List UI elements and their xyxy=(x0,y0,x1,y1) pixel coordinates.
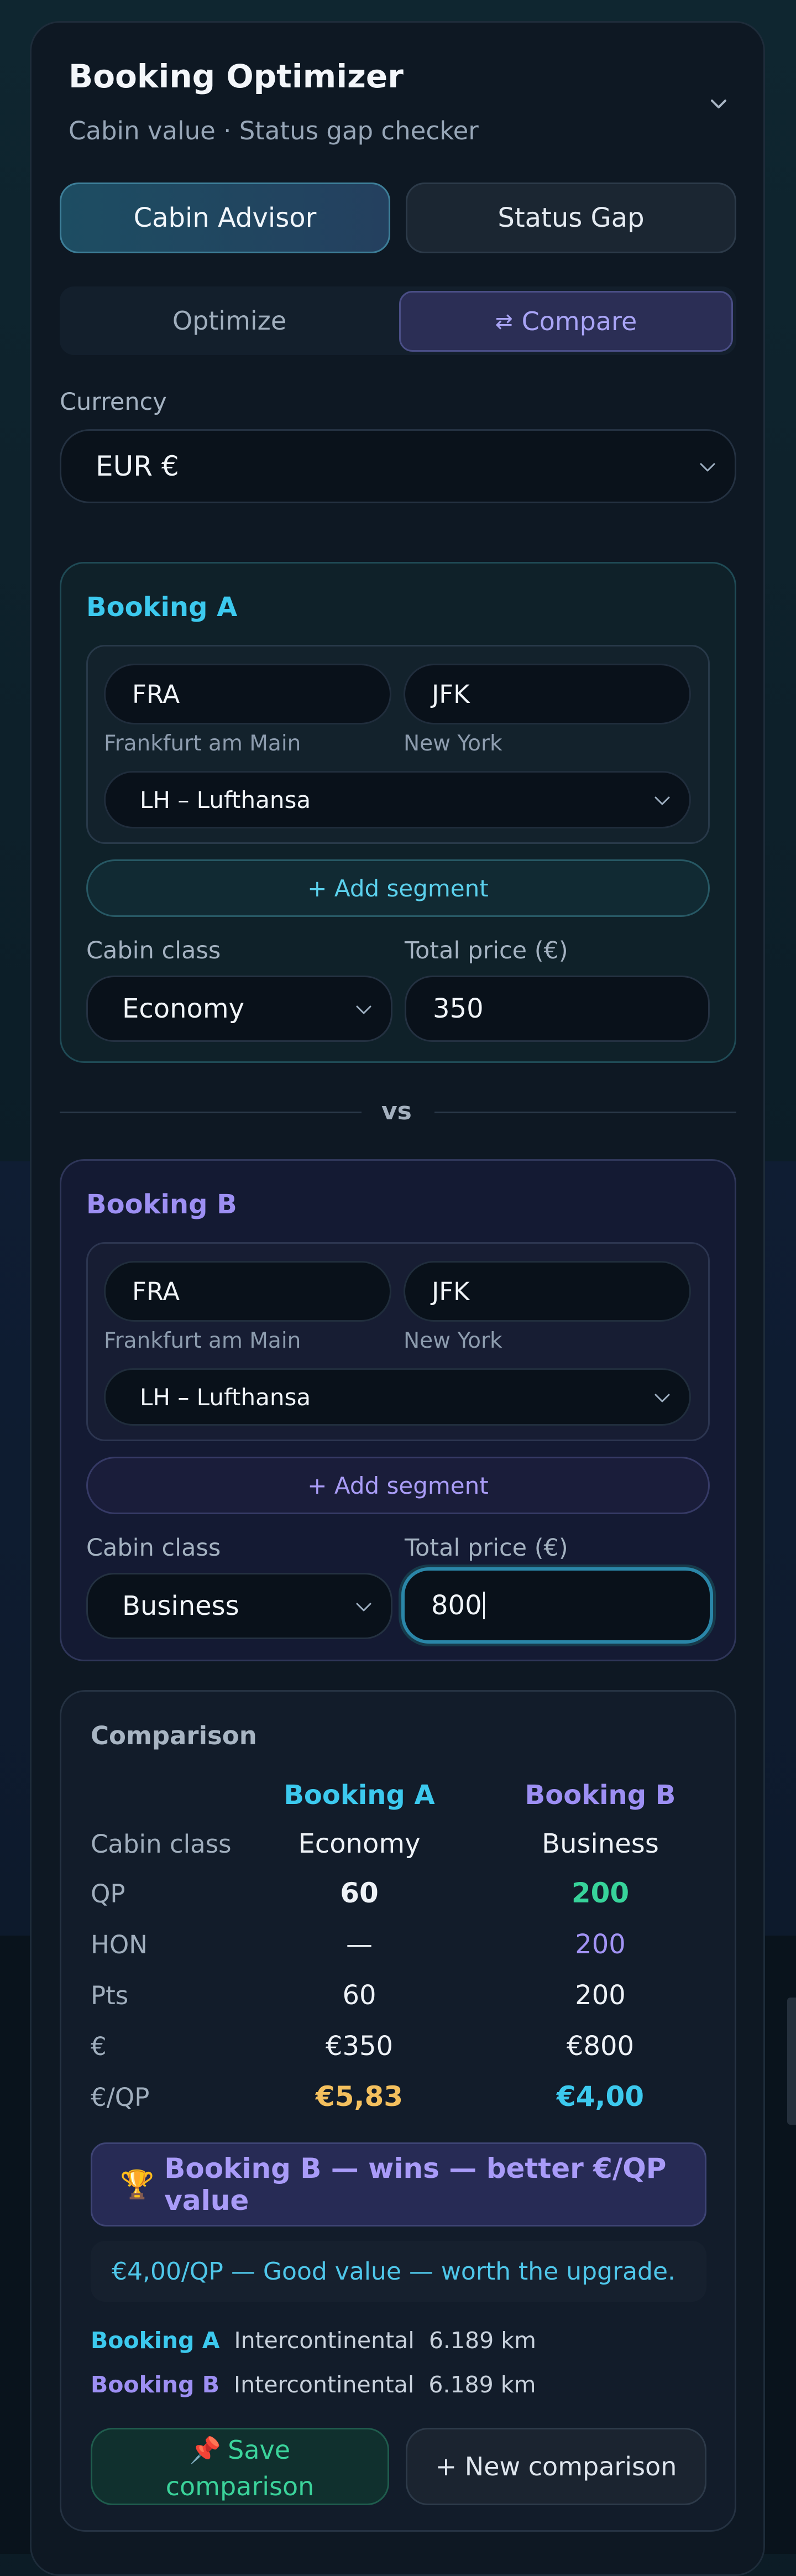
booking-a-title: Booking A xyxy=(86,592,238,623)
booking-a-airline-value: LH – Lufthansa xyxy=(140,786,311,814)
route-b-region: Intercontinental xyxy=(234,2371,415,2398)
route-a-tag: Booking A xyxy=(91,2327,220,2354)
row-label-qp: QP xyxy=(91,1879,125,1908)
value-note: €4,00/QP — Good value — worth the upgrad… xyxy=(91,2241,706,2302)
winner-banner: 🏆 Booking B — wins — better €/QP value xyxy=(91,2142,706,2226)
chevron-down-icon xyxy=(356,1603,371,1612)
chevron-down-icon xyxy=(700,463,715,472)
cell-b-price: €800 xyxy=(566,2031,635,2062)
booking-b-price-input[interactable]: 800 xyxy=(401,1567,713,1644)
chevron-down-icon xyxy=(356,1005,371,1014)
booking-a-destination-input[interactable]: JFK xyxy=(404,664,691,724)
comparison-title: Comparison xyxy=(91,1721,257,1750)
booking-a-price-label: Total price (€) xyxy=(405,937,568,964)
scrollbar-thumb[interactable] xyxy=(787,1998,796,2125)
vs-label: vs xyxy=(381,1097,412,1125)
booking-a-destination-city: New York xyxy=(404,731,502,756)
booking-b-destination-input[interactable]: JFK xyxy=(404,1261,691,1322)
page-title: Booking Optimizer xyxy=(69,58,404,95)
booking-b-origin-input[interactable]: FRA xyxy=(104,1261,391,1322)
cell-a-eur-per-qp: €5,83 xyxy=(315,2080,404,2113)
cell-a-pts: 60 xyxy=(342,1980,376,2011)
trophy-icon: 🏆 xyxy=(120,2168,155,2200)
booking-a-origin-input[interactable]: FRA xyxy=(104,664,391,724)
booking-a-price-input[interactable]: 350 xyxy=(405,976,710,1042)
booking-b-price-value: 800 xyxy=(431,1590,482,1621)
cell-b-cabin: Business xyxy=(542,1828,659,1859)
booking-b-cabin-label: Cabin class xyxy=(86,1534,221,1562)
comparison-col-a: Booking A xyxy=(284,1780,435,1811)
currency-label: Currency xyxy=(60,388,167,416)
route-summary-b: Booking B Intercontinental 6.189 km xyxy=(91,2371,536,2398)
booking-a-add-segment-button[interactable]: + Add segment xyxy=(86,859,710,917)
booking-b-cabin-select[interactable]: Business xyxy=(86,1573,392,1639)
text-caret xyxy=(483,1592,485,1619)
route-summary-a: Booking A Intercontinental 6.189 km xyxy=(91,2327,536,2354)
chevron-down-icon[interactable] xyxy=(708,93,730,115)
route-a-distance: 6.189 km xyxy=(428,2327,536,2354)
cell-b-pts: 200 xyxy=(575,1980,626,2011)
booking-a-origin-city: Frankfurt am Main xyxy=(104,731,301,756)
chevron-down-icon xyxy=(654,796,670,805)
save-button-line1: 📌 Save xyxy=(189,2435,291,2465)
save-comparison-button[interactable]: 📌 Save comparison xyxy=(91,2428,389,2505)
booking-b-origin-city: Frankfurt am Main xyxy=(104,1328,301,1353)
cell-a-qp: 60 xyxy=(340,1877,379,1909)
row-label-hon: HON xyxy=(91,1930,148,1959)
cell-b-hon: 200 xyxy=(575,1929,626,1960)
booking-b-title: Booking B xyxy=(86,1189,237,1220)
route-b-tag: Booking B xyxy=(91,2371,219,2398)
route-a-region: Intercontinental xyxy=(234,2327,415,2354)
currency-select[interactable]: EUR € xyxy=(60,429,736,503)
booking-b-add-segment-button[interactable]: + Add segment xyxy=(86,1457,710,1514)
cell-b-eur-per-qp: €4,00 xyxy=(556,2080,645,2113)
tab-status-gap[interactable]: Status Gap xyxy=(406,182,736,253)
row-label-pts: Pts xyxy=(91,1981,129,2010)
swap-icon: ⇄ xyxy=(495,309,513,333)
cell-a-cabin: Economy xyxy=(298,1828,421,1859)
cell-b-qp: 200 xyxy=(571,1877,630,1909)
mode-compare-label: Compare xyxy=(521,306,637,336)
booking-b-airline-value: LH – Lufthansa xyxy=(140,1383,311,1411)
row-label-price: € xyxy=(91,2032,107,2061)
booking-b-airline-select[interactable]: LH – Lufthansa xyxy=(104,1368,691,1426)
booking-b-price-label: Total price (€) xyxy=(405,1534,568,1562)
route-b-distance: 6.189 km xyxy=(428,2371,536,2398)
booking-b-destination-city: New York xyxy=(404,1328,502,1353)
new-comparison-button[interactable]: + New comparison xyxy=(406,2428,706,2505)
booking-a-cabin-select[interactable]: Economy xyxy=(86,976,392,1042)
cell-a-price: €350 xyxy=(325,2031,394,2062)
divider-left xyxy=(60,1112,362,1113)
mode-compare[interactable]: ⇄ Compare xyxy=(399,291,733,352)
save-button-line2: comparison xyxy=(165,2471,315,2501)
comparison-col-b: Booking B xyxy=(525,1780,676,1811)
tab-cabin-advisor[interactable]: Cabin Advisor xyxy=(60,182,390,253)
booking-a-cabin-value: Economy xyxy=(122,993,245,1024)
currency-value: EUR € xyxy=(96,450,179,482)
page-subtitle: Cabin value · Status gap checker xyxy=(69,116,479,145)
row-label-eur-per-qp: €/QP xyxy=(91,2083,150,2112)
winner-text: Booking B — wins — better €/QP value xyxy=(164,2152,667,2217)
mode-optimize[interactable]: Optimize xyxy=(65,292,394,350)
booking-a-cabin-label: Cabin class xyxy=(86,937,221,964)
booking-b-cabin-value: Business xyxy=(122,1591,239,1621)
cell-a-hon: — xyxy=(346,1929,373,1960)
booking-a-airline-select[interactable]: LH – Lufthansa xyxy=(104,771,691,828)
divider-right xyxy=(434,1112,736,1113)
row-label-cabin: Cabin class xyxy=(91,1829,232,1859)
chevron-down-icon xyxy=(654,1394,670,1402)
pin-icon: 📌 xyxy=(189,2435,222,2465)
